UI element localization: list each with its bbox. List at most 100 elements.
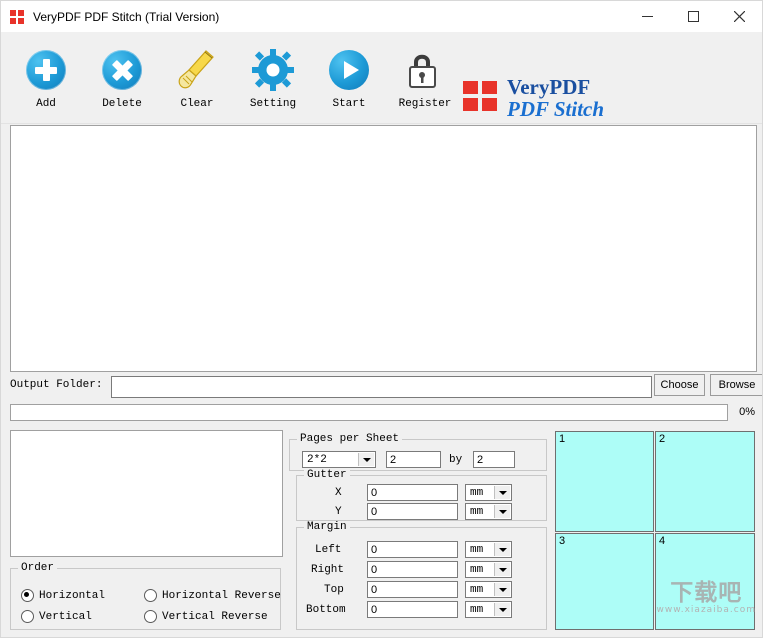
radio-order-vertical[interactable]: Vertical xyxy=(21,610,92,623)
preview-cell-number: 3 xyxy=(559,535,566,547)
progress-percent-label: 0% xyxy=(739,406,755,418)
margin-bottom-unit-select[interactable]: mm xyxy=(465,601,512,618)
margin-group: Margin Left mm Right mm Top mm Bottom mm xyxy=(296,521,547,630)
toolbar: Add Delete Clear Setting Start Register … xyxy=(1,32,762,124)
plus-circle-icon xyxy=(10,44,82,96)
margin-right-unit-select[interactable]: mm xyxy=(465,561,512,578)
window-title: VeryPDF PDF Stitch (Trial Version) xyxy=(33,9,220,24)
broom-icon xyxy=(161,44,233,96)
close-button[interactable] xyxy=(716,1,762,32)
pages-per-sheet-rows-input[interactable] xyxy=(473,451,515,468)
margin-top-unit-select[interactable]: mm xyxy=(465,581,512,598)
preview-cell-number: 1 xyxy=(559,433,566,445)
sheet-layout-preview: 1 2 3 4 xyxy=(555,431,755,630)
gutter-x-input[interactable] xyxy=(367,484,458,501)
chevron-down-icon[interactable] xyxy=(494,486,510,499)
preview-cell[interactable]: 1 xyxy=(555,431,654,532)
output-folder-input[interactable] xyxy=(111,376,652,398)
margin-left-unit-select[interactable]: mm xyxy=(465,541,512,558)
gutter-y-input[interactable] xyxy=(367,503,458,520)
margin-top-input[interactable] xyxy=(367,581,458,598)
radio-order-vertical-reverse-label: Vertical Reverse xyxy=(162,610,268,623)
preview-cell[interactable]: 3 xyxy=(555,533,654,630)
margin-bottom-unit-value: mm xyxy=(470,603,484,616)
output-folder-row: Output Folder: Choose Browse xyxy=(10,374,762,398)
margin-bottom-label: Bottom xyxy=(306,604,346,616)
play-circle-icon xyxy=(313,44,385,96)
pages-per-sheet-preset-value: 2*2 xyxy=(307,453,327,466)
pages-per-sheet-preset-select[interactable]: 2*2 xyxy=(302,451,376,468)
gutter-y-label: Y xyxy=(335,506,342,518)
radio-order-horizontal-label: Horizontal xyxy=(39,589,106,602)
pages-per-sheet-by-label: by xyxy=(449,454,463,466)
margin-bottom-input[interactable] xyxy=(367,601,458,618)
brand-logo: VeryPDF PDF Stitch xyxy=(463,76,604,120)
file-list[interactable] xyxy=(10,125,757,372)
margin-left-input[interactable] xyxy=(367,541,458,558)
gutter-x-unit-value: mm xyxy=(470,486,484,499)
chevron-down-icon[interactable] xyxy=(358,453,374,466)
brand-logo-icon xyxy=(463,81,501,115)
radio-order-horizontal[interactable]: Horizontal xyxy=(21,589,105,602)
preview-cell-number: 4 xyxy=(659,535,666,547)
radio-order-vertical-label: Vertical xyxy=(39,610,92,623)
brand-logo-line1: VeryPDF xyxy=(507,75,591,99)
order-group-legend: Order xyxy=(18,562,58,574)
gutter-y-unit-select[interactable]: mm xyxy=(465,503,512,520)
register-button[interactable]: Register xyxy=(389,44,461,110)
radio-order-vertical-reverse[interactable]: Vertical Reverse xyxy=(144,610,268,623)
page-preview-list[interactable] xyxy=(10,430,283,557)
title-bar: VeryPDF PDF Stitch (Trial Version) xyxy=(1,1,762,32)
chevron-down-icon[interactable] xyxy=(494,583,510,596)
pages-per-sheet-legend: Pages per Sheet xyxy=(297,433,403,445)
margin-legend: Margin xyxy=(304,521,350,533)
window-controls xyxy=(624,1,762,32)
margin-right-label: Right xyxy=(311,564,345,576)
margin-left-unit-value: mm xyxy=(470,543,484,556)
gutter-legend: Gutter xyxy=(304,469,350,481)
x-circle-icon xyxy=(86,44,158,96)
register-button-label: Register xyxy=(398,98,452,110)
margin-top-label: Top xyxy=(324,584,344,596)
progress-row: 0% xyxy=(10,404,755,422)
gear-icon xyxy=(237,44,309,96)
start-button[interactable]: Start xyxy=(313,44,385,110)
minimize-button[interactable] xyxy=(624,1,670,32)
chevron-down-icon[interactable] xyxy=(494,603,510,616)
clear-button-label: Clear xyxy=(180,98,214,110)
start-button-label: Start xyxy=(332,98,366,110)
app-logo-icon xyxy=(9,9,25,25)
add-button-label: Add xyxy=(36,98,56,110)
add-button[interactable]: Add xyxy=(10,44,82,110)
browse-button[interactable]: Browse xyxy=(710,374,762,396)
output-folder-label: Output Folder: xyxy=(10,379,103,391)
margin-right-unit-value: mm xyxy=(470,563,484,576)
chevron-down-icon[interactable] xyxy=(494,563,510,576)
setting-button[interactable]: Setting xyxy=(237,44,309,110)
preview-cell[interactable]: 4 xyxy=(655,533,755,630)
clear-button[interactable]: Clear xyxy=(161,44,233,110)
radio-dot-icon xyxy=(144,589,157,602)
radio-order-horizontal-reverse[interactable]: Horizontal Reverse xyxy=(144,589,281,602)
chevron-down-icon[interactable] xyxy=(494,505,510,518)
delete-button[interactable]: Delete xyxy=(86,44,158,110)
chevron-down-icon[interactable] xyxy=(494,543,510,556)
maximize-button[interactable] xyxy=(670,1,716,32)
gutter-group: Gutter X mm Y mm xyxy=(296,469,547,521)
app-window: VeryPDF PDF Stitch (Trial Version) Add D… xyxy=(0,0,763,638)
gutter-x-label: X xyxy=(335,487,342,499)
margin-left-label: Left xyxy=(315,544,342,556)
gutter-x-unit-select[interactable]: mm xyxy=(465,484,512,501)
order-group: Order Horizontal Horizontal Reverse Vert… xyxy=(10,562,281,630)
margin-top-unit-value: mm xyxy=(470,583,484,596)
pages-per-sheet-cols-input[interactable] xyxy=(386,451,441,468)
lock-icon xyxy=(389,44,461,96)
gutter-y-unit-value: mm xyxy=(470,505,484,518)
radio-order-horizontal-reverse-label: Horizontal Reverse xyxy=(162,589,281,602)
margin-right-input[interactable] xyxy=(367,561,458,578)
brand-logo-line2: PDF Stitch xyxy=(507,97,605,122)
choose-button[interactable]: Choose xyxy=(654,374,705,396)
preview-cell[interactable]: 2 xyxy=(655,431,755,532)
delete-button-label: Delete xyxy=(102,98,142,110)
preview-cell-number: 2 xyxy=(659,433,666,445)
